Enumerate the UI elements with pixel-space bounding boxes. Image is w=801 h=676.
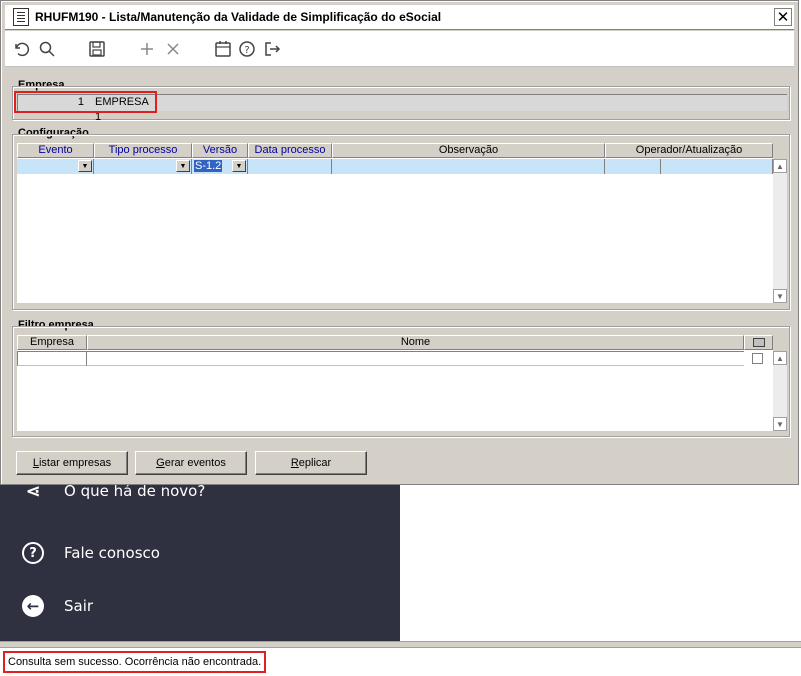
- listar-empresas-button[interactable]: Listar empresas: [16, 451, 128, 475]
- status-message: Consulta sem sucesso. Ocorrência não enc…: [3, 651, 267, 673]
- select-all-header[interactable]: [744, 335, 773, 350]
- question-circle-icon: ?: [22, 542, 44, 564]
- chevron-down-icon[interactable]: ▼: [78, 160, 92, 172]
- col-evento: Evento: [17, 143, 94, 158]
- replicar-label: eplicar: [298, 457, 332, 469]
- menu-item-exit[interactable]: ← Sair: [22, 593, 93, 619]
- empresa-highlight: [14, 91, 157, 113]
- undo-button[interactable]: [11, 39, 31, 59]
- scroll-down-icon[interactable]: ▼: [773, 289, 787, 303]
- document-icon: [13, 8, 29, 26]
- tipo-processo-select[interactable]: ▼: [94, 159, 192, 174]
- chevron-down-icon[interactable]: ▼: [176, 160, 190, 172]
- help-button[interactable]: ?: [237, 39, 257, 59]
- exit-icon: [265, 42, 281, 56]
- evento-select[interactable]: ▼: [17, 159, 94, 174]
- col-versao: Versão: [192, 143, 248, 158]
- window-title: RHUFM190 - Lista/Manutenção da Validade …: [35, 10, 442, 24]
- save-icon: [89, 41, 105, 57]
- status-bar: Consulta sem sucesso. Ocorrência não enc…: [0, 647, 801, 676]
- search-button[interactable]: [37, 39, 57, 59]
- toolbar: ?: [5, 31, 794, 67]
- versao-value: S-1.2: [194, 160, 223, 172]
- versao-select[interactable]: S-1.2 ▼: [192, 159, 248, 174]
- calendar-button[interactable]: [213, 39, 233, 59]
- operador-field[interactable]: [605, 159, 661, 174]
- listar-label: istar empresas: [38, 457, 112, 469]
- chevron-down-icon[interactable]: ▼: [232, 160, 246, 172]
- config-scrollbar[interactable]: ▲ ▼: [773, 159, 787, 303]
- menu-item-label: Fale conosco: [64, 544, 160, 562]
- delete-icon: [167, 43, 179, 55]
- replicar-mnemonic: R: [290, 457, 299, 469]
- add-icon: [141, 43, 153, 55]
- gerar-mnemonic: G: [156, 457, 165, 469]
- atualizacao-field[interactable]: [661, 159, 773, 174]
- calendar-icon: [215, 41, 231, 57]
- dialog-window: RHUFM190 - Lista/Manutenção da Validade …: [0, 0, 799, 485]
- close-icon: ✕: [776, 8, 790, 26]
- data-processo-field[interactable]: [248, 159, 332, 174]
- arrow-left-circle-icon: ←: [22, 595, 44, 617]
- menu-item-contact[interactable]: ? Fale conosco: [22, 540, 160, 566]
- observacao-field[interactable]: [332, 159, 605, 174]
- close-button[interactable]: ✕: [774, 8, 792, 26]
- help-icon: ?: [239, 41, 255, 57]
- undo-icon: [15, 42, 30, 57]
- col-tipo-processo: Tipo processo: [94, 143, 192, 158]
- col-empresa: Empresa: [17, 335, 87, 350]
- search-icon: [39, 41, 55, 57]
- filtro-nome-cell[interactable]: [87, 351, 744, 366]
- select-all-icon: [752, 338, 765, 347]
- filtro-empresa-cell[interactable]: [17, 351, 87, 366]
- save-button[interactable]: [87, 39, 107, 59]
- gerar-eventos-button[interactable]: Gerar eventos: [135, 451, 247, 475]
- title-bar: RHUFM190 - Lista/Manutenção da Validade …: [5, 5, 794, 30]
- scroll-down-icon[interactable]: ▼: [773, 417, 787, 431]
- col-observacao: Observação: [332, 143, 605, 158]
- delete-button[interactable]: [163, 39, 183, 59]
- col-data-processo: Data processo: [248, 143, 332, 158]
- filtro-scrollbar[interactable]: ▲ ▼: [773, 351, 787, 431]
- col-nome: Nome: [87, 335, 744, 350]
- col-operador-atualizacao: Operador/Atualização: [605, 143, 773, 158]
- scroll-up-icon[interactable]: ▲: [773, 351, 787, 365]
- svg-text:?: ?: [244, 45, 249, 56]
- row-checkbox[interactable]: [752, 353, 763, 364]
- content-area: [400, 480, 801, 641]
- scroll-up-icon[interactable]: ▲: [773, 159, 787, 173]
- exit-button[interactable]: [262, 39, 282, 59]
- add-button[interactable]: [137, 39, 157, 59]
- gerar-label: erar eventos: [164, 457, 226, 469]
- replicar-button[interactable]: Replicar: [255, 451, 367, 475]
- menu-item-label: Sair: [64, 597, 94, 615]
- side-menu: ⋖ O que há de novo? ? Fale conosco ← Sai…: [0, 480, 400, 641]
